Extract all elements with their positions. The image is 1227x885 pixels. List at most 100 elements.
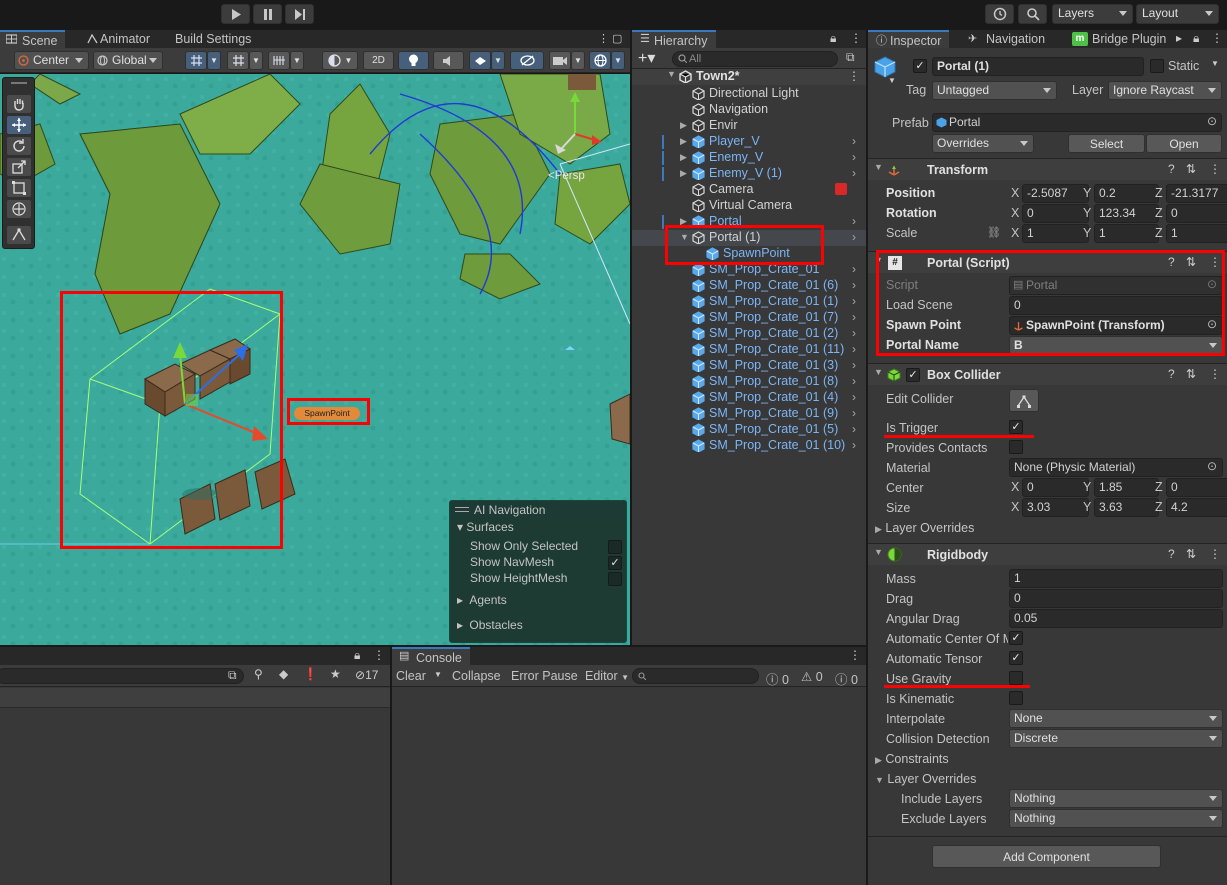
size-y-axis-label[interactable]: Y bbox=[1083, 500, 1091, 514]
center-x-axis-label[interactable]: X bbox=[1011, 480, 1019, 494]
material-picker-icon[interactable]: ⊙ bbox=[1207, 459, 1217, 473]
search-by-label-icon[interactable]: ◆ bbox=[279, 667, 288, 681]
drag-field[interactable]: 0 bbox=[1009, 589, 1223, 608]
prefab-open-chevron-icon[interactable]: › bbox=[852, 294, 856, 308]
foldout-arrow-icon[interactable]: ▶ bbox=[680, 136, 687, 147]
overrides-dropdown[interactable]: Overrides bbox=[932, 134, 1034, 153]
history-button[interactable] bbox=[985, 4, 1014, 24]
use-gravity-checkbox[interactable] bbox=[1009, 671, 1023, 685]
constraints-foldout[interactable]: ▶ Constraints bbox=[875, 752, 949, 766]
hierarchy-item[interactable]: SM_Prop_Crate_01 (10) › bbox=[632, 438, 867, 454]
layers-dropdown[interactable]: Layers bbox=[1052, 4, 1133, 24]
pause-button[interactable] bbox=[253, 4, 282, 24]
rigidbody-menu-icon[interactable]: ⋮ bbox=[1209, 547, 1221, 561]
error-pause-button[interactable]: Error Pause bbox=[511, 669, 578, 683]
prefab-select-button[interactable]: Select bbox=[1068, 134, 1145, 153]
exclude-layers-dropdown[interactable]: Nothing bbox=[1009, 809, 1223, 828]
hierarchy-item[interactable]: SM_Prop_Crate_01 (6) › bbox=[632, 278, 867, 294]
prefab-open-chevron-icon[interactable]: › bbox=[852, 310, 856, 324]
audio-toggle[interactable] bbox=[433, 51, 464, 70]
collision-detection-dropdown[interactable]: Discrete bbox=[1009, 729, 1223, 748]
inspector-menu-icon[interactable]: ⋮ bbox=[1211, 31, 1223, 45]
play-button[interactable] bbox=[221, 4, 250, 24]
hierarchy-item[interactable]: SM_Prop_Crate_01 (4) › bbox=[632, 390, 867, 406]
prefab-open-chevron-icon[interactable]: › bbox=[852, 358, 856, 372]
prefab-open-chevron-icon[interactable]: › bbox=[852, 214, 856, 228]
project-lock-icon[interactable]: 🔒︎ bbox=[354, 648, 360, 663]
center-x-field[interactable]: 0 bbox=[1022, 478, 1089, 497]
provides-contacts-checkbox[interactable] bbox=[1009, 440, 1023, 454]
scale-z-axis-label[interactable]: Z bbox=[1155, 226, 1163, 240]
transform-preset-icon[interactable]: ⇅ bbox=[1186, 162, 1196, 176]
box-collider-menu-icon[interactable]: ⋮ bbox=[1209, 367, 1221, 381]
log-count-toggle[interactable]: ⓘ 0 bbox=[766, 669, 789, 688]
box-collider-header[interactable]: ▼ ✓ Box Collider ? ⇅ ⋮ bbox=[868, 363, 1227, 385]
foldout-arrow-icon[interactable]: ▶ bbox=[680, 120, 687, 131]
hierarchy-item[interactable]: ▶ Envir bbox=[632, 118, 867, 134]
gizmos-dropdown[interactable]: ▼ bbox=[611, 51, 625, 70]
effects-button[interactable] bbox=[469, 51, 491, 70]
prefab-open-button[interactable]: Open bbox=[1146, 134, 1222, 153]
position-x-axis-label[interactable]: X bbox=[1011, 186, 1019, 200]
camera-dropdown[interactable]: ▼ bbox=[571, 51, 585, 70]
hierarchy-item[interactable]: SM_Prop_Crate_01 (3) › bbox=[632, 358, 867, 374]
add-component-button[interactable]: Add Component bbox=[932, 845, 1161, 868]
rotate-tool-button[interactable] bbox=[6, 136, 32, 156]
show-only-selected-checkbox[interactable] bbox=[608, 540, 622, 554]
tag-dropdown[interactable]: Untagged bbox=[932, 81, 1057, 100]
hierarchy-search-input[interactable]: All bbox=[672, 51, 838, 67]
object-name-field[interactable]: Portal (1) bbox=[932, 57, 1144, 76]
position-y-field[interactable]: 0.2 bbox=[1094, 184, 1159, 203]
rotation-y-field[interactable]: 123.34 bbox=[1094, 204, 1159, 223]
prefab-open-chevron-icon[interactable]: › bbox=[852, 438, 856, 452]
2d-toggle[interactable]: 2D bbox=[363, 51, 394, 70]
scene-lock-icon[interactable]: ▢ bbox=[612, 32, 622, 45]
step-button[interactable] bbox=[285, 4, 314, 24]
size-z-field[interactable]: 4.2 bbox=[1166, 498, 1227, 517]
persp-label[interactable]: <Persp bbox=[548, 170, 585, 182]
tab-build-settings[interactable]: Build Settings bbox=[167, 30, 259, 48]
clear-button[interactable]: Clear bbox=[396, 669, 426, 683]
transform-menu-icon[interactable]: ⋮ bbox=[1209, 162, 1221, 176]
project-menu-icon[interactable]: ⋮ bbox=[373, 648, 385, 662]
box-collider-enabled-checkbox[interactable]: ✓ bbox=[906, 368, 920, 382]
custom-tool-button[interactable] bbox=[6, 225, 32, 245]
project-search-input[interactable] bbox=[0, 668, 244, 684]
auto-com-checkbox[interactable]: ✓ bbox=[1009, 631, 1023, 645]
mass-field[interactable]: 1 bbox=[1009, 569, 1223, 588]
layout-dropdown[interactable]: Layout bbox=[1136, 4, 1219, 24]
console-menu-icon[interactable]: ⋮ bbox=[849, 648, 861, 662]
hierarchy-item[interactable]: ▶ Player_V › bbox=[632, 134, 867, 150]
hidden-packages-toggle[interactable]: ⊘17 bbox=[355, 668, 378, 682]
hierarchy-item[interactable]: SM_Prop_Crate_01 (7) › bbox=[632, 310, 867, 326]
auto-tensor-checkbox[interactable]: ✓ bbox=[1009, 651, 1023, 665]
edit-collider-button[interactable] bbox=[1009, 389, 1039, 412]
overlay-drag-handle[interactable] bbox=[455, 507, 469, 512]
snap-settings-button[interactable] bbox=[268, 51, 290, 70]
prefab-open-chevron-icon[interactable]: › bbox=[852, 134, 856, 148]
layer-overrides-foldout[interactable]: ▶ Layer Overrides bbox=[875, 521, 974, 535]
favorites-star-icon[interactable]: ★ bbox=[330, 667, 341, 681]
hierarchy-item[interactable]: SM_Prop_Crate_01 (1) › bbox=[632, 294, 867, 310]
prefab-field[interactable]: Portal bbox=[932, 113, 1222, 132]
project-filter-icon[interactable]: ⧉ bbox=[228, 668, 237, 683]
hierarchy-item[interactable]: SM_Prop_Crate_01 (11) › bbox=[632, 342, 867, 358]
prefab-open-chevron-icon[interactable]: › bbox=[852, 422, 856, 436]
create-plus-button[interactable]: +▾ bbox=[638, 48, 655, 68]
rigidbody-header[interactable]: ▼ Rigidbody ? ⇅ ⋮ bbox=[868, 543, 1227, 565]
hierarchy-item[interactable]: SM_Prop_Crate_01 (2) › bbox=[632, 326, 867, 342]
effects-dropdown[interactable]: ▼ bbox=[491, 51, 505, 70]
position-y-axis-label[interactable]: Y bbox=[1083, 186, 1091, 200]
prefab-open-chevron-icon[interactable]: › bbox=[852, 406, 856, 420]
rigidbody-help-icon[interactable]: ? bbox=[1168, 547, 1175, 561]
interpolate-dropdown[interactable]: None bbox=[1009, 709, 1223, 728]
center-z-axis-label[interactable]: Z bbox=[1155, 480, 1163, 494]
hierarchy-item[interactable]: ▶ Enemy_V › bbox=[632, 150, 867, 166]
hierarchy-item[interactable]: Camera bbox=[632, 182, 867, 198]
prefab-open-chevron-icon[interactable]: › bbox=[852, 230, 856, 244]
search-warnings-icon[interactable]: ❗ bbox=[303, 667, 318, 681]
rect-tool-button[interactable] bbox=[6, 178, 32, 198]
snap-settings-dropdown[interactable]: ▼ bbox=[290, 51, 304, 70]
prefab-open-chevron-icon[interactable]: › bbox=[852, 150, 856, 164]
show-navmesh-checkbox[interactable]: ✓ bbox=[608, 556, 622, 570]
